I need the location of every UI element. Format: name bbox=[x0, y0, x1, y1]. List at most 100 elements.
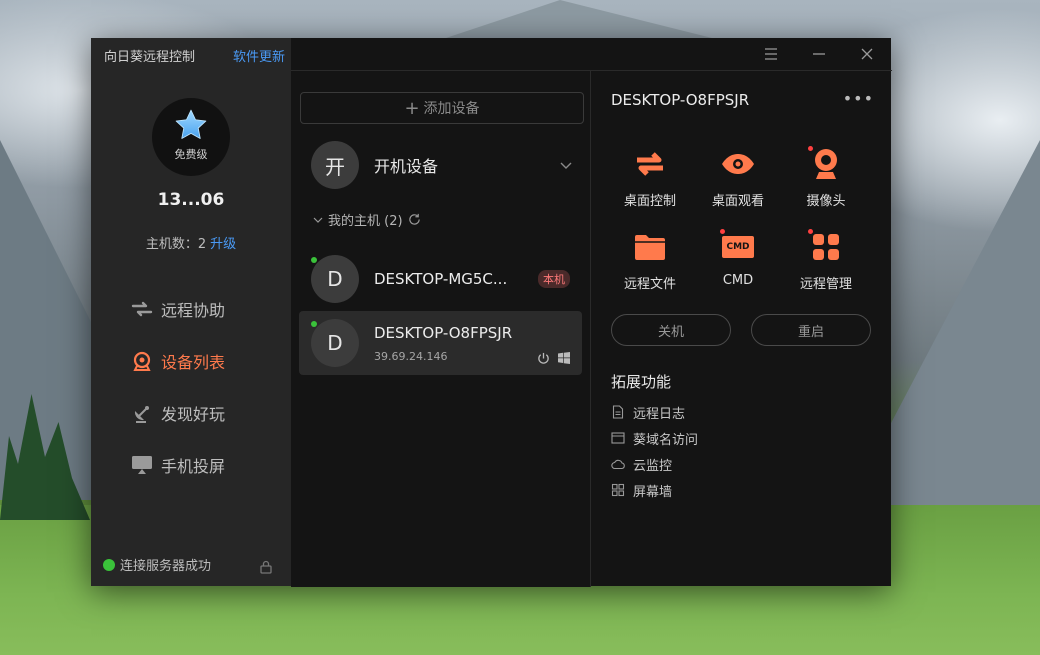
sidebar-item-screen-cast[interactable]: 手机投屏 bbox=[131, 439, 225, 491]
grid-manage-icon bbox=[808, 229, 844, 265]
cmd-button[interactable]: CMD CMD bbox=[694, 229, 782, 292]
tool-label: 摄像头 bbox=[806, 194, 846, 209]
cast-screen-icon bbox=[131, 454, 153, 476]
star-icon bbox=[175, 109, 207, 139]
sidebar-item-discover[interactable]: 发现好玩 bbox=[131, 387, 225, 439]
tool-label: 远程管理 bbox=[799, 277, 852, 292]
tool-label: 远程文件 bbox=[623, 277, 676, 292]
extension-label: 远程日志 bbox=[633, 406, 686, 422]
swap-arrows-icon bbox=[131, 298, 153, 320]
eye-icon bbox=[720, 146, 756, 182]
new-dot-icon bbox=[720, 229, 725, 234]
location-pin-icon bbox=[131, 350, 153, 372]
power-actions: 关机 重启 bbox=[611, 314, 871, 346]
desktop-control-button[interactable]: 桌面控制 bbox=[606, 146, 694, 209]
more-options-button[interactable]: ••• bbox=[843, 89, 874, 108]
cloud-icon bbox=[611, 459, 625, 470]
extensions-list: 远程日志 葵域名访问 云监控 屏幕墙 bbox=[611, 399, 698, 503]
device-name: DESKTOP-O8FPSJR bbox=[374, 323, 513, 342]
webcam-button[interactable]: 摄像头 bbox=[782, 146, 870, 209]
extension-screen-wall[interactable]: 屏幕墙 bbox=[611, 477, 698, 503]
refresh-icon[interactable] bbox=[408, 213, 421, 226]
device-title: DESKTOP-O8FPSJR bbox=[611, 91, 750, 109]
online-dot-icon bbox=[311, 257, 317, 263]
minimize-icon bbox=[813, 53, 825, 55]
tool-label: CMD bbox=[722, 273, 754, 288]
host-count-label: 主机数：2 bbox=[145, 237, 207, 252]
close-icon bbox=[861, 48, 873, 60]
remote-files-button[interactable]: 远程文件 bbox=[606, 229, 694, 292]
device-status-icons bbox=[537, 352, 570, 365]
device-avatar-letter: D bbox=[327, 331, 343, 355]
my-hosts-label: 我的主机 (2) bbox=[328, 214, 403, 229]
chevron-down-small-icon bbox=[313, 217, 323, 223]
sidebar: 向日葵远程控制 软件更新 免费级 13...06 主机数：2 升级 远程协助 设… bbox=[91, 38, 291, 586]
device-info: DESKTOP-MG5C... bbox=[374, 270, 538, 288]
windows-icon bbox=[558, 352, 570, 364]
device-row-selected[interactable]: D DESKTOP-O8FPSJR 39.69.24.146 bbox=[299, 311, 582, 375]
device-row[interactable]: D DESKTOP-MG5C... 本机 bbox=[299, 247, 582, 311]
desktop-view-button[interactable]: 桌面观看 bbox=[694, 146, 782, 209]
device-avatar: D bbox=[311, 319, 359, 367]
tool-grid: 桌面控制 桌面观看 摄像头 远程文件 CMD CMD 远程管理 bbox=[606, 146, 870, 292]
document-icon bbox=[612, 405, 624, 419]
tool-label: 桌面控制 bbox=[623, 194, 676, 209]
tool-label: 桌面观看 bbox=[711, 194, 764, 209]
plus-icon: + bbox=[404, 97, 420, 119]
new-dot-icon bbox=[808, 146, 813, 151]
shutdown-button[interactable]: 关机 bbox=[611, 314, 731, 346]
device-name: DESKTOP-MG5C... bbox=[374, 270, 508, 288]
desktop-control-icon bbox=[632, 146, 668, 182]
device-detail-panel: DESKTOP-O8FPSJR ••• 桌面控制 桌面观看 摄像头 远程文件 C… bbox=[590, 70, 892, 587]
device-list-panel: + 添加设备 开 开机设备 我的主机 (2) D DESKTOP-MG5C...… bbox=[291, 70, 590, 587]
extension-cloud-monitor[interactable]: 云监控 bbox=[611, 451, 698, 477]
upgrade-link[interactable]: 升级 bbox=[210, 237, 236, 252]
extensions-title: 拓展功能 bbox=[611, 373, 672, 391]
avatar[interactable]: 免费级 bbox=[152, 98, 230, 176]
software-update-link[interactable]: 软件更新 bbox=[233, 46, 285, 65]
folder-icon bbox=[632, 229, 668, 265]
remote-manage-button[interactable]: 远程管理 bbox=[782, 229, 870, 292]
status-dot-icon bbox=[103, 558, 115, 571]
lock-icon[interactable] bbox=[259, 560, 273, 574]
boot-devices-group[interactable]: 开 开机设备 bbox=[311, 141, 572, 189]
webcam-icon bbox=[808, 146, 844, 182]
account-level: 免费级 bbox=[174, 148, 208, 161]
satellite-dish-icon bbox=[131, 402, 153, 424]
my-hosts-group-header[interactable]: 我的主机 (2) bbox=[313, 210, 421, 229]
close-button[interactable] bbox=[843, 38, 891, 70]
menu-button[interactable] bbox=[747, 38, 795, 70]
power-icon[interactable] bbox=[537, 352, 550, 365]
app-window: 向日葵远程控制 软件更新 免费级 13...06 主机数：2 升级 远程协助 设… bbox=[91, 38, 892, 587]
boot-avatar: 开 bbox=[311, 141, 359, 189]
sidebar-item-label: 远程协助 bbox=[161, 301, 226, 320]
add-device-button[interactable]: + 添加设备 bbox=[300, 92, 584, 124]
local-badge: 本机 bbox=[538, 270, 570, 288]
extension-label: 屏幕墙 bbox=[633, 484, 673, 500]
sidebar-item-label: 设备列表 bbox=[161, 353, 226, 372]
sidebar-item-remote-assist[interactable]: 远程协助 bbox=[131, 283, 225, 335]
browser-window-icon bbox=[611, 432, 625, 444]
sidebar-nav: 远程协助 设备列表 发现好玩 手机投屏 bbox=[131, 283, 225, 491]
boot-devices-label: 开机设备 bbox=[374, 157, 439, 176]
minimize-button[interactable] bbox=[795, 38, 843, 70]
user-id: 13...06 bbox=[157, 190, 225, 210]
device-avatar-letter: D bbox=[327, 267, 343, 291]
window-controls bbox=[747, 38, 891, 70]
online-dot-icon bbox=[311, 321, 317, 327]
extension-domain-access[interactable]: 葵域名访问 bbox=[611, 425, 698, 451]
sidebar-item-device-list[interactable]: 设备列表 bbox=[131, 335, 225, 387]
status-text: 连接服务器成功 bbox=[120, 559, 212, 574]
chevron-down-icon bbox=[560, 162, 572, 169]
restart-button[interactable]: 重启 bbox=[751, 314, 871, 346]
host-count: 主机数：2 升级 bbox=[91, 233, 291, 252]
device-avatar: D bbox=[311, 255, 359, 303]
add-device-label: 添加设备 bbox=[423, 101, 480, 117]
cmd-icon-badge: CMD bbox=[722, 236, 754, 258]
extension-label: 葵域名访问 bbox=[633, 432, 699, 448]
new-dot-icon bbox=[808, 229, 813, 234]
sidebar-item-label: 手机投屏 bbox=[161, 457, 226, 476]
hamburger-icon bbox=[765, 48, 777, 60]
extension-remote-log[interactable]: 远程日志 bbox=[611, 399, 698, 425]
connection-status: 连接服务器成功 bbox=[103, 555, 211, 574]
